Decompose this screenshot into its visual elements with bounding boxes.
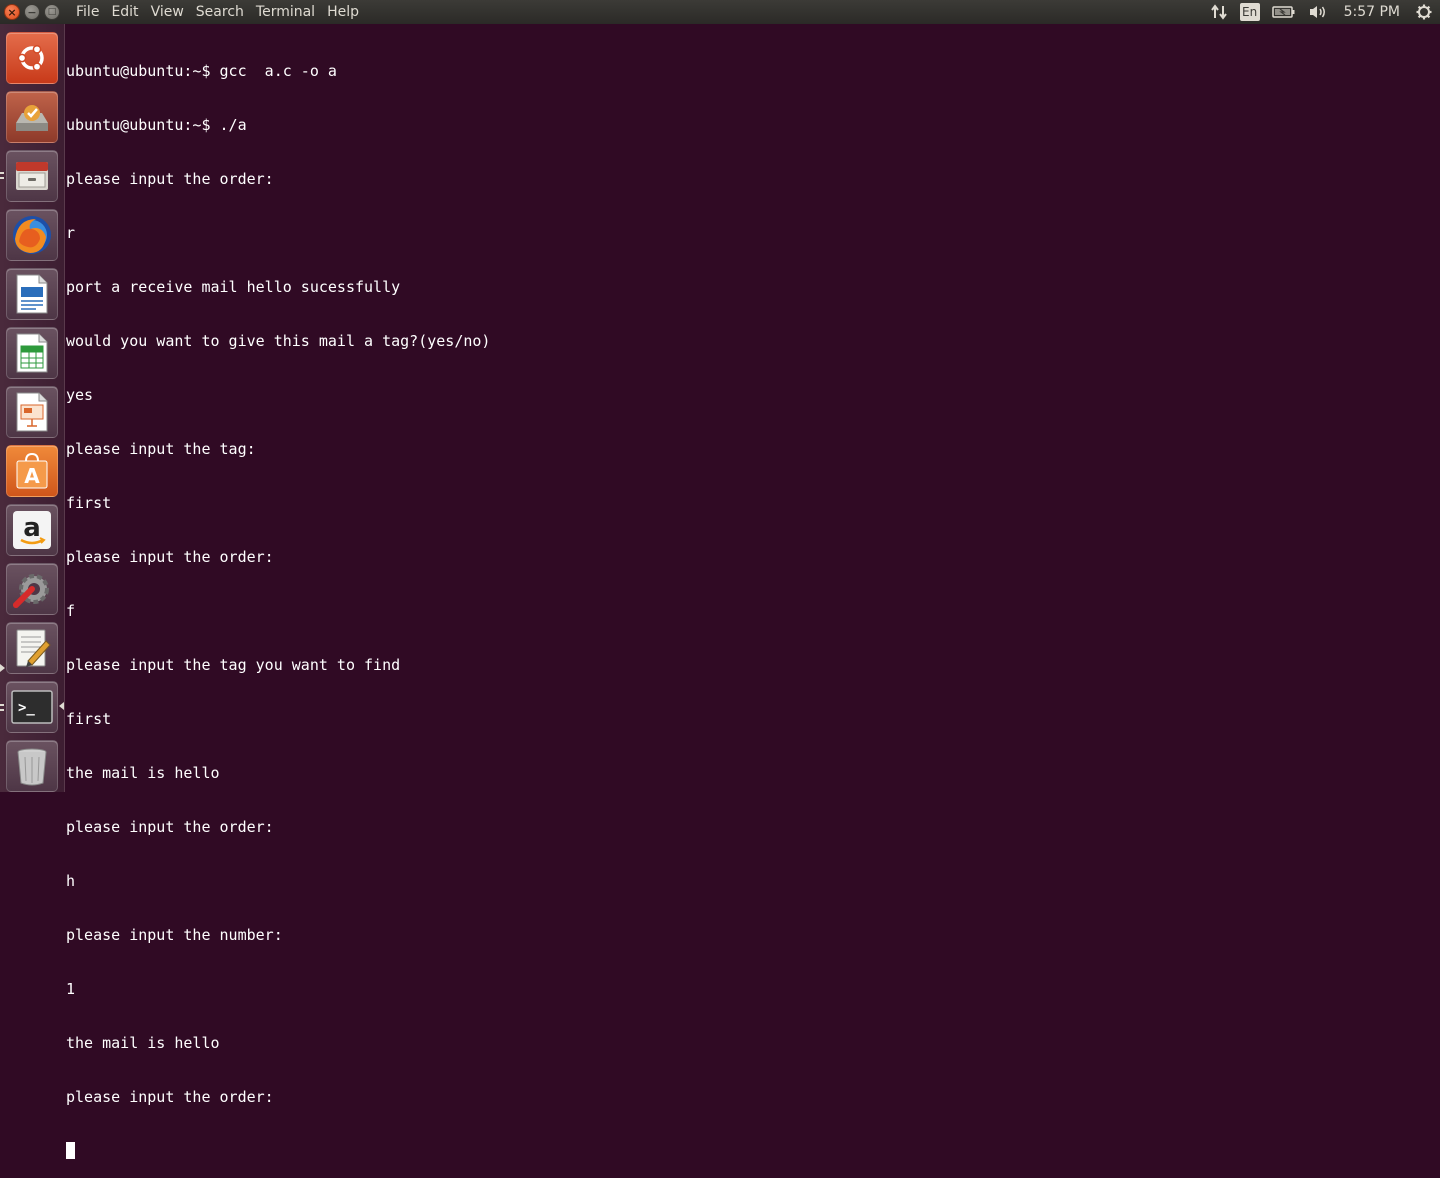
terminal-line: r xyxy=(66,224,76,242)
running-indicator xyxy=(0,704,4,706)
network-transfer-icon[interactable] xyxy=(1210,0,1228,24)
gear-icon[interactable] xyxy=(1416,0,1432,24)
terminal-line: f xyxy=(66,602,76,620)
launcher-item-libreoffice-calc[interactable] xyxy=(6,327,58,379)
wrench-gear-icon xyxy=(13,574,49,608)
launcher-item-software-updater[interactable] xyxy=(6,91,58,143)
terminal-line: ubuntu@ubuntu:~$ gcc a.c -o a xyxy=(66,62,337,80)
focus-indicator-left xyxy=(0,664,5,672)
menubar: File Edit View Search Terminal Help xyxy=(70,0,365,24)
clock[interactable]: 5:57 PM xyxy=(1344,0,1400,24)
file-cabinet-icon xyxy=(16,162,48,190)
svg-text:>_: >_ xyxy=(18,700,35,716)
terminal-line: first xyxy=(66,710,112,728)
text-cursor xyxy=(66,1142,75,1159)
software-updater-icon xyxy=(16,105,48,131)
top-panel: × − □ File Edit View Search Terminal Hel… xyxy=(0,0,1440,24)
terminal-line: please input the order: xyxy=(66,170,274,188)
menu-file[interactable]: File xyxy=(70,0,105,24)
terminal-line: please input the tag: xyxy=(66,440,256,458)
svg-text:A: A xyxy=(24,464,40,488)
ubuntu-logo-icon xyxy=(17,44,44,72)
terminal-line: first xyxy=(66,494,112,512)
running-indicator xyxy=(0,709,4,711)
launcher-item-terminal[interactable]: >_ xyxy=(6,681,58,733)
launcher-item-text-editor[interactable] xyxy=(6,622,58,674)
terminal-line: h xyxy=(66,872,76,890)
launcher-item-firefox[interactable] xyxy=(6,209,58,261)
indicator-area: En 5:57 PM xyxy=(1204,0,1440,24)
launcher-item-ubuntu-software[interactable]: A xyxy=(6,445,58,497)
launcher-item-files[interactable] xyxy=(6,150,58,202)
menu-search[interactable]: Search xyxy=(190,0,250,24)
terminal-line: the mail is hello xyxy=(66,764,220,782)
terminal-line: please input the order: xyxy=(66,818,274,836)
maximize-window-button[interactable]: □ xyxy=(44,4,60,20)
menu-help[interactable]: Help xyxy=(321,0,365,24)
speaker-icon[interactable] xyxy=(1308,0,1328,24)
terminal-output[interactable]: ubuntu@ubuntu:~$ gcc a.c -o a ubuntu@ubu… xyxy=(66,26,1436,1159)
terminal-line: yes xyxy=(66,386,94,404)
keyboard-layout-indicator[interactable]: En xyxy=(1239,3,1260,21)
terminal-line: 1 xyxy=(66,980,76,998)
running-indicator xyxy=(0,172,4,174)
launcher-item-amazon[interactable]: a xyxy=(6,504,58,556)
maximize-icon: □ xyxy=(47,6,57,17)
terminal-line: please input the number: xyxy=(66,926,283,944)
trash-bin-icon xyxy=(17,748,47,786)
calc-spreadsheet-icon xyxy=(16,333,48,373)
shopping-bag-icon: A xyxy=(16,452,48,489)
menu-view[interactable]: View xyxy=(145,0,190,24)
menu-edit[interactable]: Edit xyxy=(105,0,144,24)
launcher-item-dash-home[interactable] xyxy=(6,32,58,84)
terminal-prompt-icon: >_ xyxy=(11,690,53,724)
menu-terminal[interactable]: Terminal xyxy=(250,0,321,24)
svg-text:a: a xyxy=(23,513,41,543)
terminal-input-line[interactable] xyxy=(66,1142,1436,1160)
terminal-line: please input the order: xyxy=(66,548,274,566)
amazon-logo-icon: a xyxy=(13,511,51,549)
battery-icon[interactable] xyxy=(1271,0,1296,24)
terminal-line: please input the order: xyxy=(66,1088,274,1106)
terminal-line: would you want to give this mail a tag?(… xyxy=(66,332,491,350)
launcher-item-trash[interactable] xyxy=(6,740,58,792)
terminal-line: port a receive mail hello sucessfully xyxy=(66,278,401,296)
terminal-line: the mail is hello xyxy=(66,1034,220,1052)
focus-indicator-right xyxy=(59,702,64,710)
firefox-icon xyxy=(13,216,51,254)
launcher-item-libreoffice-impress[interactable] xyxy=(6,386,58,438)
minimize-icon: − xyxy=(27,5,37,19)
launcher-item-libreoffice-writer[interactable] xyxy=(6,268,58,320)
writer-document-icon xyxy=(16,274,48,314)
terminal-line: please input the tag you want to find xyxy=(66,656,401,674)
running-indicator xyxy=(0,177,4,179)
close-icon: × xyxy=(7,5,17,19)
minimize-window-button[interactable]: − xyxy=(24,4,40,20)
terminal-line: ubuntu@ubuntu:~$ ./a xyxy=(66,116,247,134)
impress-presentation-icon xyxy=(16,392,48,432)
notepad-pen-icon xyxy=(16,629,51,667)
launcher-item-system-settings[interactable] xyxy=(6,563,58,615)
close-window-button[interactable]: × xyxy=(4,4,20,20)
launcher: A a >_ xyxy=(0,24,65,792)
